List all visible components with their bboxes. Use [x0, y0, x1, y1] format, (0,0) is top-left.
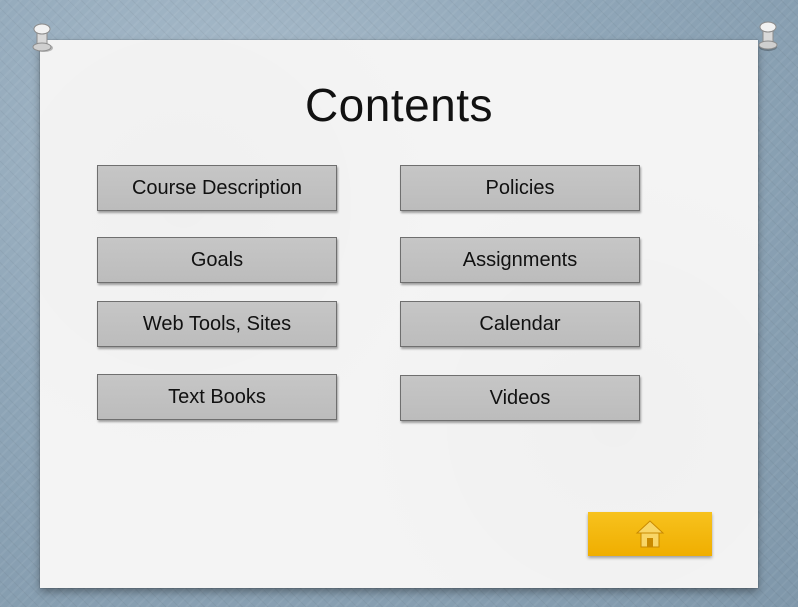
slide-card: Contents Course Description Policies Goa…	[40, 40, 758, 588]
home-button[interactable]	[588, 512, 712, 556]
text-books-button[interactable]: Text Books	[97, 374, 337, 420]
pushpin-left-icon	[28, 22, 56, 56]
videos-button[interactable]: Videos	[400, 375, 640, 421]
assignments-button[interactable]: Assignments	[400, 237, 640, 283]
web-tools-sites-button[interactable]: Web Tools, Sites	[97, 301, 337, 347]
home-icon	[635, 519, 665, 549]
page-title: Contents	[304, 79, 494, 131]
policies-button[interactable]: Policies	[400, 165, 640, 211]
pushpin-right-icon	[754, 20, 782, 54]
course-description-button[interactable]: Course Description	[97, 165, 337, 211]
calendar-button[interactable]: Calendar	[400, 301, 640, 347]
goals-button[interactable]: Goals	[97, 237, 337, 283]
